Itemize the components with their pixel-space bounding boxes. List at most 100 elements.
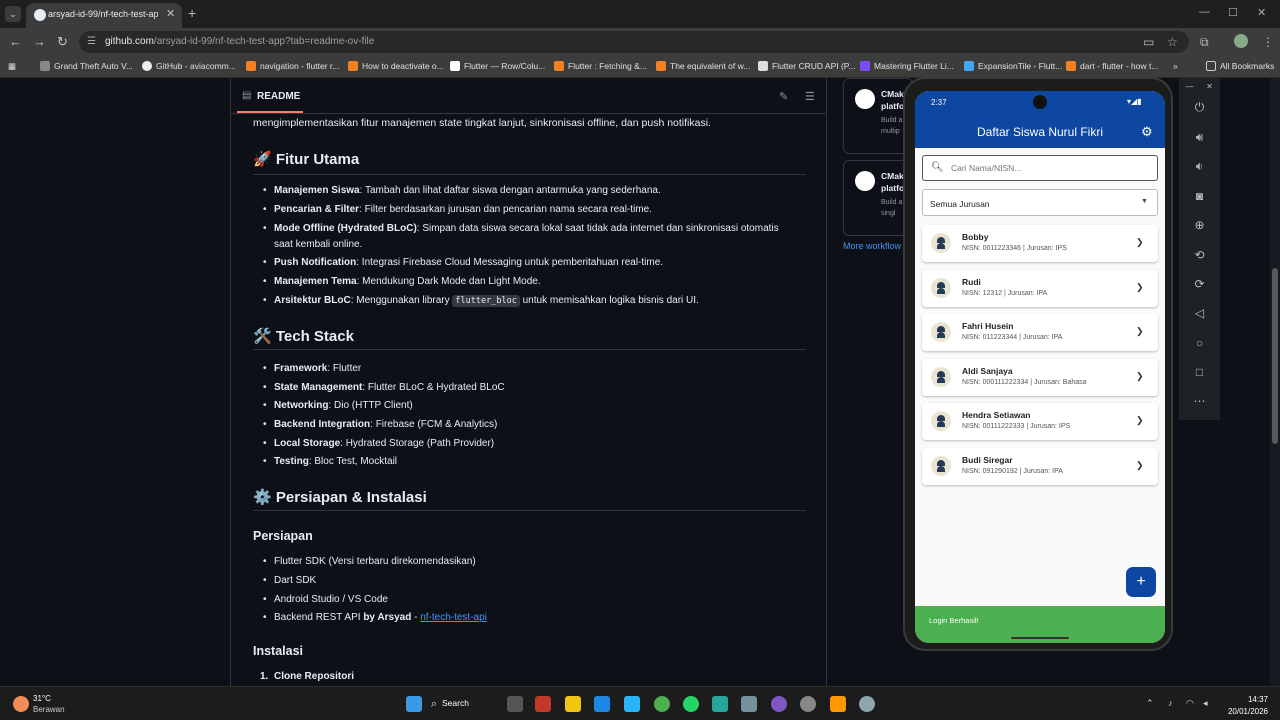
search-input[interactable] (951, 161, 1151, 175)
page-scrollbar[interactable] (1270, 78, 1280, 686)
weather-icon (13, 696, 29, 712)
bookmark-star-icon[interactable]: ☆ (1167, 35, 1178, 49)
snackbar-message: Login Berhasil! (929, 616, 979, 625)
edit-icon[interactable]: ✎ (779, 90, 788, 103)
readme-tab[interactable]: README (257, 91, 300, 102)
file-explorer-icon[interactable] (565, 696, 581, 712)
overview-nav-icon[interactable]: □ (1179, 365, 1220, 379)
student-card[interactable]: Budi Siregar NISN: 091290192 | Jurusan: … (922, 448, 1158, 485)
more-icon[interactable]: ⋯ (1179, 394, 1220, 408)
features-heading: 🚀 Fitur Utama (253, 151, 360, 168)
snipping-tool-icon[interactable] (535, 696, 551, 712)
app-icon[interactable] (771, 696, 787, 712)
code-flutter-bloc: flutter_bloc (452, 295, 520, 307)
camera-cutout (1033, 95, 1047, 109)
app-icon[interactable] (624, 696, 640, 712)
bookmark-item[interactable]: Flutter : Fetching &... (554, 61, 647, 71)
scrollbar-thumb[interactable] (1272, 268, 1278, 444)
address-bar[interactable]: ☰ github.com/arsyad-id-99/nf-tech-test-a… (79, 31, 1189, 53)
windows-taskbar: 31°C Berawan ⌕ Search ⌃ ♪ ◠ ◂ 14:37 20/0… (0, 686, 1280, 720)
menu-icon[interactable]: ⋮ (1262, 35, 1274, 49)
url-text[interactable]: github.com/arsyad-id-99/nf-tech-test-app… (105, 36, 374, 47)
app-bar: Daftar Siswa Nurul Fikri ⚙ (915, 113, 1165, 148)
chevron-right-icon: ❯ (1136, 237, 1144, 247)
bookmark-item[interactable]: navigation - flutter r... (246, 61, 339, 71)
volume-down-icon[interactable]: 🔉︎ (1179, 159, 1220, 174)
chevron-right-icon: ❯ (1136, 415, 1144, 425)
jurusan-dropdown[interactable]: Semua Jurusan ▼ (922, 189, 1158, 216)
minimize-icon[interactable]: — (1199, 6, 1210, 18)
close-tab-icon[interactable]: ✕ (166, 7, 175, 20)
tray-chevron-icon[interactable]: ⌃ (1146, 698, 1154, 709)
bookmark-item[interactable]: The equivalent of w... (656, 61, 750, 71)
bookmark-item[interactable]: Mastering Flutter Li... (860, 61, 954, 71)
student-card[interactable]: Fahri Husein NISN: 011223344 | Jurusan: … (922, 314, 1158, 351)
forward-icon[interactable]: → (33, 34, 46, 49)
bookmark-item[interactable]: Flutter — Row/Colu... (450, 61, 545, 71)
search-icon[interactable]: ⌕ (431, 698, 437, 711)
add-student-button[interactable]: + (1126, 567, 1156, 597)
more-workflows-link[interactable]: More workflow (843, 241, 901, 251)
microphone-icon[interactable]: ♪ (1168, 698, 1173, 708)
github-icon (34, 9, 46, 21)
maximize-icon[interactable]: ☐ (1228, 6, 1238, 19)
vscode-icon[interactable] (594, 696, 610, 712)
bookmark-item[interactable]: dart - flutter - how t... (1066, 61, 1158, 71)
dropdown-arrow-icon: ▼ (1141, 198, 1148, 205)
site-info-icon[interactable]: ☰ (87, 36, 96, 47)
student-card[interactable]: Aldi Sanjaya NISN: 000111222334 | Jurusa… (922, 359, 1158, 396)
student-card[interactable]: Hendra Setiawan NISN: 00111222333 | Juru… (922, 403, 1158, 440)
wifi-icon[interactable]: ◠ (1186, 698, 1194, 709)
bookmark-item[interactable]: How to deactivate o... (348, 61, 444, 71)
zoom-icon[interactable]: ⊕ (1179, 218, 1220, 232)
workflow-logo-icon (855, 171, 875, 191)
cast-icon[interactable]: ▭ (1143, 35, 1154, 49)
rotate-left-icon[interactable]: ⟲ (1179, 248, 1220, 262)
app-icon[interactable] (800, 696, 816, 712)
home-nav-icon[interactable]: ○ (1179, 336, 1220, 350)
vlc-icon[interactable] (830, 696, 846, 712)
person-icon (931, 367, 951, 387)
rotate-right-icon[interactable]: ⟳ (1179, 277, 1220, 291)
student-card[interactable]: Bobby NISN: 0011223346 | Jurusan: IPS ❯ (922, 225, 1158, 262)
windows-start-icon[interactable] (406, 696, 422, 712)
taskbar-search[interactable]: Search (442, 698, 469, 708)
whatsapp-icon[interactable] (683, 696, 699, 712)
bookmark-item[interactable]: Grand Theft Auto V... (40, 61, 133, 71)
all-bookmarks[interactable]: All Bookmarks (1206, 61, 1274, 71)
profile-avatar[interactable] (1234, 34, 1248, 48)
calculator-icon[interactable] (741, 696, 757, 712)
speaker-icon[interactable]: ◂ (1203, 698, 1208, 709)
student-card[interactable]: Rudi NISN: 12312 | Jurusan: IPA ❯ (922, 270, 1158, 307)
back-nav-icon[interactable]: ◁ (1179, 306, 1220, 320)
gesture-home-bar[interactable] (1011, 637, 1069, 639)
outline-icon[interactable]: ☰ (805, 90, 815, 103)
tech-stack-heading: 🛠️ Tech Stack (253, 328, 354, 345)
taskbar-clock[interactable]: 14:37 20/01/2026 (1218, 694, 1268, 718)
chrome-icon[interactable] (654, 696, 670, 712)
settings-icon[interactable] (859, 696, 875, 712)
task-view-icon[interactable] (507, 696, 523, 712)
camera-icon[interactable]: ◙ (1179, 189, 1220, 203)
extensions-icon[interactable]: ⧉ (1200, 35, 1209, 50)
search-field[interactable]: 🔍︎ (922, 155, 1158, 181)
close-icon[interactable]: ✕ (1189, 82, 1230, 91)
bookmark-item[interactable]: Flutter CRUD API (P... (758, 61, 855, 71)
new-tab-button[interactable]: + (188, 5, 196, 21)
api-repo-link[interactable]: nf-tech-test-api (420, 612, 487, 623)
android-studio-icon[interactable] (712, 696, 728, 712)
feature-item: Manajemen Siswa: Tambah dan lihat daftar… (263, 185, 661, 196)
volume-up-icon[interactable]: 🔊︎ (1179, 130, 1220, 145)
bookmark-item[interactable]: ExpansionTile - Flutt... (964, 61, 1062, 71)
status-bar: 2:37 ▾◢▮ (915, 91, 1165, 113)
close-window-icon[interactable]: ✕ (1257, 6, 1266, 19)
tab-search-button[interactable]: ⌄ (5, 6, 21, 22)
bookmark-item[interactable]: GitHub - aviacomm... (142, 61, 236, 71)
power-icon[interactable]: ⏻ (1179, 100, 1220, 115)
back-icon[interactable]: ← (9, 34, 22, 49)
reload-icon[interactable]: ↻ (57, 34, 68, 50)
gear-icon[interactable]: ⚙ (1141, 124, 1153, 140)
apps-icon[interactable]: ▦ (8, 61, 16, 72)
more-bookmarks-icon[interactable]: » (1173, 61, 1178, 71)
browser-tab-active[interactable]: arsyad-id-99/nf-tech-test-app ✕ (26, 3, 182, 28)
